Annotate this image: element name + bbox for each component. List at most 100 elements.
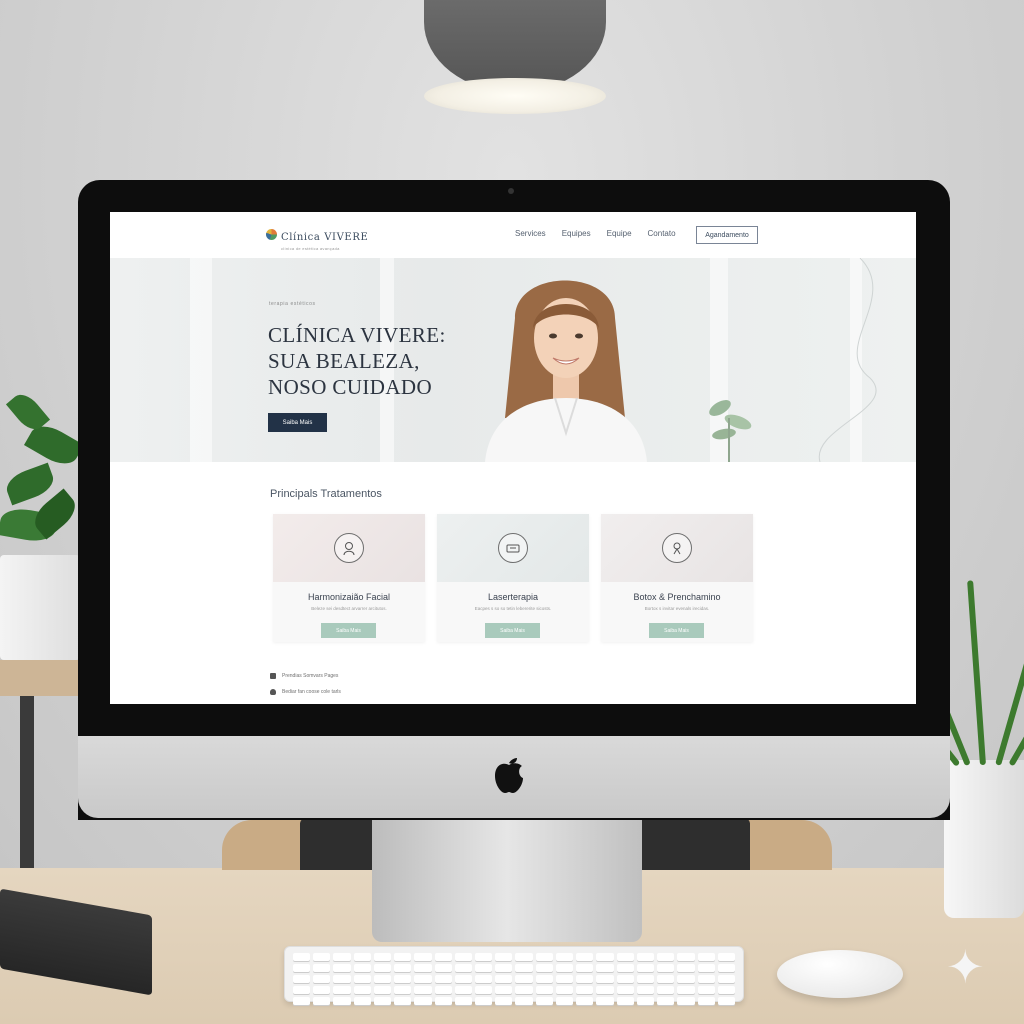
nav-link-equipes[interactable]: Equipes xyxy=(562,229,591,238)
keyboard-key xyxy=(555,975,574,983)
keyboard-key xyxy=(576,964,594,972)
keyboard-key xyxy=(515,964,533,972)
card-title: Botox & Prenchamino xyxy=(633,592,721,602)
card-learn-more-button[interactable]: Saiba Mais xyxy=(485,623,540,638)
logo-text: Clínica VIVERE xyxy=(281,232,369,243)
keyboard-key xyxy=(657,975,675,983)
keyboard-key xyxy=(434,964,452,972)
logo-tagline: clínica de estética avançada xyxy=(281,246,340,251)
card-image xyxy=(601,514,753,582)
keyboard-key xyxy=(313,986,331,994)
lamp-light xyxy=(424,78,606,114)
keyboard-key xyxy=(535,975,553,983)
keyboard-key xyxy=(313,964,331,972)
treatment-card[interactable]: Laserterapia Eacpes s so so tetin lebere… xyxy=(437,514,589,642)
keyboard-key xyxy=(313,975,331,983)
keyboard-key xyxy=(353,997,371,1005)
footer-text[interactable]: Prendias Somvars Pages xyxy=(282,673,338,679)
keyboard-key xyxy=(353,953,371,961)
keyboard-key xyxy=(394,953,412,961)
nav-link-contato[interactable]: Contato xyxy=(648,229,676,238)
keyboard-key xyxy=(333,997,351,1005)
keyboard-key xyxy=(596,986,614,994)
keyboard-key xyxy=(697,964,715,972)
keyboard-key xyxy=(475,975,493,983)
keyboard-key xyxy=(434,986,452,994)
mouse xyxy=(777,950,903,998)
footer-text[interactable]: Bediar fan coose cole tarls xyxy=(282,689,341,695)
keyboard-key xyxy=(576,953,594,961)
keyboard-key xyxy=(657,953,675,961)
hero-learn-more-button[interactable]: Saiba Mais xyxy=(268,413,327,432)
hero-banner: terapia estéticos CLÍNICA VIVERE: SUA BE… xyxy=(110,258,916,462)
keyboard-key xyxy=(394,964,412,972)
keyboard-key xyxy=(394,975,412,983)
card-learn-more-button[interactable]: Saiba Mais xyxy=(649,623,704,638)
hero-title-line: NOSO CUIDADO xyxy=(268,375,433,399)
hero-title-line: CLÍNICA VIVERE: xyxy=(268,323,446,347)
side-shelf xyxy=(0,660,78,696)
card-image xyxy=(273,514,425,582)
monitor-stand xyxy=(372,810,642,942)
keyboard-key xyxy=(414,964,432,972)
keyboard-key xyxy=(535,986,553,994)
keyboard-key xyxy=(677,975,695,983)
keyboard-key xyxy=(657,964,675,972)
keyboard-key xyxy=(454,964,473,972)
nav-link-services[interactable]: Services xyxy=(515,229,546,238)
treatment-cards: Harmonizaião Facial Beleze sei desdtect … xyxy=(273,514,753,642)
left-plant-pot xyxy=(0,555,80,660)
shield-icon xyxy=(270,689,276,695)
nav-link-equipe[interactable]: Equipe xyxy=(607,229,632,238)
keyboard-key xyxy=(313,953,331,961)
keyboard-key xyxy=(373,975,392,983)
keyboard-key xyxy=(394,986,412,994)
keyboard-key xyxy=(596,953,614,961)
clinic-logo[interactable]: Clínica VIVERE clínica de estética avanç… xyxy=(266,227,368,251)
keyboard-key xyxy=(373,986,392,994)
keyboard-key xyxy=(495,997,513,1005)
keyboard-key xyxy=(373,964,392,972)
keyboard-key xyxy=(596,997,614,1005)
keyboard-key xyxy=(293,964,311,972)
keyboard-key xyxy=(373,953,392,961)
keyboard-key xyxy=(616,997,634,1005)
smiling-woman-photo xyxy=(485,280,647,462)
keyboard-key xyxy=(353,986,371,994)
keyboard-key xyxy=(697,953,715,961)
keyboard-key xyxy=(515,953,533,961)
keyboard-key xyxy=(535,997,553,1005)
keyboard-key xyxy=(596,975,614,983)
keyboard-key xyxy=(414,986,432,994)
keyboard-key xyxy=(515,975,533,983)
keyboard xyxy=(284,946,744,1005)
card-description: Eacpes s so so tetin lebererite sicosts. xyxy=(474,606,552,611)
card-learn-more-button[interactable]: Saiba Mais xyxy=(321,623,376,638)
keyboard-key xyxy=(353,975,371,983)
keyboard-key xyxy=(616,964,634,972)
keyboard-key xyxy=(636,997,655,1005)
keyboard-key xyxy=(717,997,735,1005)
keyboard-key xyxy=(454,953,473,961)
keyboard-key xyxy=(475,997,493,1005)
keyboard-key xyxy=(616,986,634,994)
keyboard-key xyxy=(414,997,432,1005)
keyboard-key xyxy=(495,986,513,994)
keyboard-key xyxy=(596,964,614,972)
keyboard-key xyxy=(697,986,715,994)
keyboard-key xyxy=(293,997,311,1005)
laser-icon xyxy=(498,533,528,563)
keyboard-key xyxy=(535,964,553,972)
treatment-card[interactable]: Harmonizaião Facial Beleze sei desdtect … xyxy=(273,514,425,642)
booking-button[interactable]: Agandamento xyxy=(696,226,758,244)
keyboard-key xyxy=(434,953,452,961)
keyboard-key xyxy=(636,986,655,994)
logo-mark-icon xyxy=(266,229,277,240)
decorative-wave-line xyxy=(818,258,877,462)
webcam xyxy=(508,188,514,194)
keyboard-key xyxy=(616,975,634,983)
card-title: Harmonizaião Facial xyxy=(307,592,391,602)
keyboard-key xyxy=(576,975,594,983)
keyboard-key xyxy=(475,986,493,994)
treatment-card[interactable]: Botox & Prenchamino Bortox s invitar eve… xyxy=(601,514,753,642)
